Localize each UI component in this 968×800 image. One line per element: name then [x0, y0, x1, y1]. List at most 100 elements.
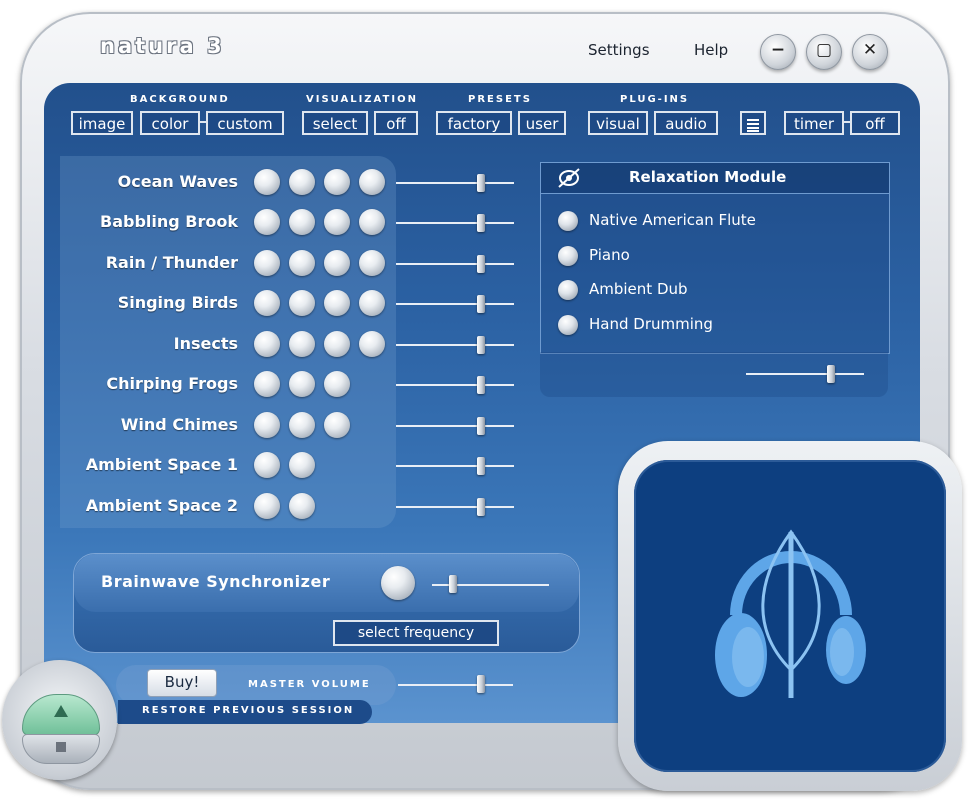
stop-button[interactable]	[22, 734, 100, 764]
visualization-select-button[interactable]: select	[302, 111, 368, 135]
sound-variation-knob[interactable]	[289, 493, 315, 519]
relaxation-item[interactable]: Piano	[589, 246, 630, 264]
sound-variation-knob[interactable]	[359, 331, 385, 357]
background-custom-button[interactable]: custom	[206, 111, 284, 135]
sound-volume-slider[interactable]	[476, 498, 485, 516]
sound-variation-knob[interactable]	[359, 169, 385, 195]
sound-volume-slider[interactable]	[476, 295, 485, 313]
relaxation-knob[interactable]	[558, 315, 578, 335]
sound-variation-knob[interactable]	[254, 371, 280, 397]
relaxation-knob[interactable]	[558, 280, 578, 300]
app-logo: natura 3	[100, 34, 225, 58]
plugins-audio-button[interactable]: audio	[654, 111, 718, 135]
sound-volume-track[interactable]	[396, 303, 514, 305]
relaxation-item[interactable]: Ambient Dub	[589, 280, 688, 298]
brainwave-slider[interactable]	[449, 575, 458, 593]
sound-volume-track[interactable]	[396, 506, 514, 508]
sound-volume-slider[interactable]	[476, 174, 485, 192]
close-icon: ✕	[862, 40, 878, 60]
sound-label: Wind Chimes	[120, 415, 238, 434]
sound-variation-knob[interactable]	[289, 169, 315, 195]
background-color-button[interactable]: color	[140, 111, 200, 135]
minimize-button[interactable]: −	[760, 34, 796, 70]
sound-variation-knob[interactable]	[289, 290, 315, 316]
buy-button[interactable]: Buy!	[147, 669, 217, 697]
plugins-visual-button[interactable]: visual	[588, 111, 648, 135]
sound-label: Ambient Space 1	[85, 455, 238, 474]
close-button[interactable]: ✕	[852, 34, 888, 70]
sound-volume-track[interactable]	[396, 384, 514, 386]
sound-label: Singing Birds	[117, 293, 238, 312]
sound-variation-knob[interactable]	[324, 169, 350, 195]
sound-volume-slider[interactable]	[476, 417, 485, 435]
select-frequency-button[interactable]: select frequency	[333, 620, 499, 646]
sound-variation-knob[interactable]	[254, 290, 280, 316]
sound-variation-knob[interactable]	[324, 331, 350, 357]
relaxation-item[interactable]: Native American Flute	[589, 211, 756, 229]
master-volume-slider[interactable]	[476, 675, 485, 693]
brainwave-title: Brainwave Synchronizer	[101, 572, 331, 591]
sound-volume-slider[interactable]	[476, 214, 485, 232]
sound-variation-knob[interactable]	[254, 452, 280, 478]
sound-volume-slider[interactable]	[476, 336, 485, 354]
timer-button[interactable]: timer	[784, 111, 844, 135]
sound-label: Rain / Thunder	[105, 253, 238, 272]
presets-user-button[interactable]: user	[518, 111, 566, 135]
master-volume-track[interactable]	[398, 684, 513, 686]
minimize-icon: −	[770, 40, 786, 60]
timer-off-button[interactable]: off	[850, 111, 900, 135]
relaxation-title: Relaxation Module	[629, 168, 787, 186]
sound-variation-knob[interactable]	[254, 209, 280, 235]
headphones-leaf-icon	[715, 529, 866, 698]
master-volume-label: MASTER VOLUME	[248, 679, 371, 690]
relaxation-knob[interactable]	[558, 211, 578, 231]
sound-variation-knob[interactable]	[359, 250, 385, 276]
sound-volume-track[interactable]	[396, 465, 514, 467]
restore-previous-session-button[interactable]: RESTORE PREVIOUS SESSION	[118, 700, 372, 724]
sound-variation-knob[interactable]	[289, 250, 315, 276]
sound-variation-knob[interactable]	[254, 493, 280, 519]
sound-variation-knob[interactable]	[289, 209, 315, 235]
brainwave-knob[interactable]	[381, 566, 415, 600]
relaxation-item[interactable]: Hand Drumming	[589, 315, 713, 333]
sound-volume-slider[interactable]	[476, 376, 485, 394]
presets-factory-button[interactable]: factory	[436, 111, 512, 135]
visualization-off-button[interactable]: off	[374, 111, 418, 135]
sound-variation-knob[interactable]	[324, 250, 350, 276]
background-image-button[interactable]: image	[71, 111, 133, 135]
play-icon	[54, 705, 68, 717]
sound-variation-knob[interactable]	[254, 331, 280, 357]
sound-variation-knob[interactable]	[289, 452, 315, 478]
sound-volume-slider[interactable]	[476, 457, 485, 475]
sound-variation-knob[interactable]	[254, 169, 280, 195]
relaxation-volume-track[interactable]	[746, 373, 864, 375]
sound-label: Ocean Waves	[117, 172, 238, 191]
sound-volume-track[interactable]	[396, 263, 514, 265]
sound-variation-knob[interactable]	[324, 209, 350, 235]
sound-volume-slider[interactable]	[476, 255, 485, 273]
sound-variation-knob[interactable]	[324, 290, 350, 316]
list-button[interactable]	[740, 111, 766, 135]
plugins-label: PLUG-INS	[620, 94, 690, 105]
sound-variation-knob[interactable]	[289, 412, 315, 438]
sound-variation-knob[interactable]	[359, 209, 385, 235]
sound-variation-knob[interactable]	[289, 331, 315, 357]
menu-help[interactable]: Help	[694, 41, 728, 59]
sound-variation-knob[interactable]	[289, 371, 315, 397]
relaxation-knob[interactable]	[558, 246, 578, 266]
list-icon	[747, 119, 759, 132]
sound-variation-knob[interactable]	[254, 250, 280, 276]
background-label: BACKGROUND	[130, 94, 230, 105]
sound-volume-track[interactable]	[396, 222, 514, 224]
maximize-button[interactable]: ▢	[806, 34, 842, 70]
relaxation-volume-slider[interactable]	[826, 365, 835, 383]
menu-settings[interactable]: Settings	[588, 41, 650, 59]
sound-variation-knob[interactable]	[324, 371, 350, 397]
sound-variation-knob[interactable]	[254, 412, 280, 438]
sound-variation-knob[interactable]	[359, 290, 385, 316]
restore-label: RESTORE PREVIOUS SESSION	[142, 705, 355, 716]
sound-volume-track[interactable]	[396, 425, 514, 427]
sound-volume-track[interactable]	[396, 182, 514, 184]
sound-variation-knob[interactable]	[324, 412, 350, 438]
sound-volume-track[interactable]	[396, 344, 514, 346]
